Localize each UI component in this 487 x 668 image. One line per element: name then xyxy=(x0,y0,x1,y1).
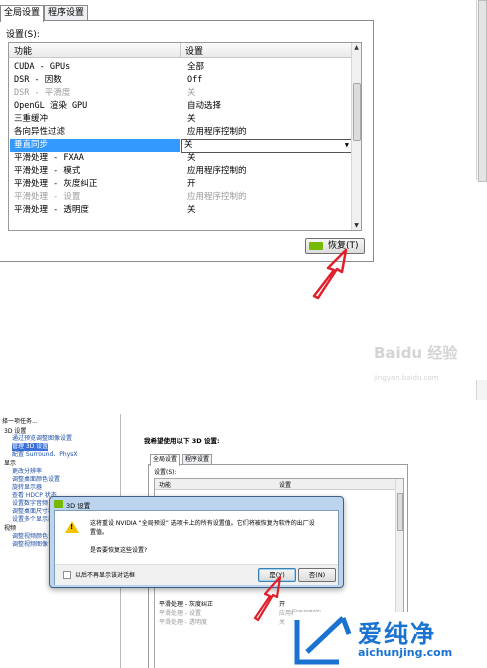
logo-mark-icon xyxy=(294,616,352,665)
table-row[interactable]: 平滑处理 - 模式 应用程序控制的 xyxy=(9,165,352,178)
table-row[interactable]: OpenGL 渲染 GPU 自动选择 xyxy=(9,100,352,113)
aichunjing-logo: 爱纯净 aichunjing.com xyxy=(293,612,487,668)
scroll-down-icon[interactable]: ▼ xyxy=(352,221,361,230)
nvidia-icon xyxy=(54,500,63,508)
tree-item[interactable]: 更改分辨率 xyxy=(12,468,42,476)
dialog-body: ! 这将重设 NVIDIA “全局预设” 选项卡上的所有设置值。它们将被恢复为软… xyxy=(54,510,339,585)
tree-item[interactable]: 调整桌面颜色设置 xyxy=(12,476,60,484)
table-row[interactable]: CUDA - GPUs 全部 xyxy=(9,61,352,74)
nvidia-control-panel: 择一项任务... 3D 设置 通过预览调整图像设置 管理 3D 设置 配置 Su… xyxy=(0,414,487,668)
scroll-up-icon[interactable]: ▲ xyxy=(352,43,361,52)
column-setting: 设置 xyxy=(185,47,204,57)
divider xyxy=(0,400,487,414)
chevron-down-icon[interactable]: ▼ xyxy=(345,139,349,152)
baidu-watermark-url: jingyan.baidu.com xyxy=(374,374,439,382)
grid-scrollbar[interactable]: ▲ ▼ xyxy=(351,43,361,230)
dont-show-label[interactable]: 以后不再显示该对话框 xyxy=(75,570,135,579)
column-feature: 功能 xyxy=(14,47,33,57)
tree-item[interactable]: 通过预览调整图像设置 xyxy=(12,435,72,443)
dont-show-checkbox[interactable] xyxy=(63,571,71,579)
column-setting: 设置 xyxy=(279,482,292,489)
dialog-message: 这将重设 NVIDIA “全局预设” 选项卡上的所有设置值。它们将被恢复为软件的… xyxy=(90,520,315,536)
column-feature: 功能 xyxy=(159,482,172,489)
dialog-footer: 以后不再显示该对话框 是(Y) 否(N) xyxy=(55,564,338,585)
window-scroll-thumb[interactable] xyxy=(478,0,487,182)
tab-global-settings[interactable]: 全局设置 xyxy=(0,5,45,22)
tree-item[interactable]: 旋转显示器 xyxy=(12,484,42,492)
tree-group-video[interactable]: 视频 xyxy=(4,525,16,533)
dialog-title: 3D 设置 xyxy=(66,502,91,510)
warning-icon: ! xyxy=(65,521,79,533)
tree-item[interactable]: 设置多个显示器 xyxy=(12,516,54,524)
table-row[interactable]: 三重缓冲关 xyxy=(9,113,352,126)
settings-label: 设置(S): xyxy=(154,469,177,476)
settings-grid: 功能 设置 CUDA - GPUs 全部 DSR - 因数 Off DSR - 平滑… xyxy=(8,42,362,231)
settings-label: 设置(S): xyxy=(6,30,40,40)
scroll-thumb[interactable] xyxy=(353,83,361,141)
table-row[interactable]: DSR - 平滑度关 xyxy=(9,87,352,100)
no-button[interactable]: 否(N) xyxy=(298,568,336,582)
window-scrollbar-bottom[interactable] xyxy=(476,380,487,400)
tree-group-display[interactable]: 显示 xyxy=(4,460,16,468)
global-settings-panel: 全局设置 程序设置 设置(S): 功能 设置 CUDA - GPUs 全部 DSR… xyxy=(0,0,487,400)
table-row[interactable]: 各向异性过滤 应用程序控制的 xyxy=(9,126,352,139)
restore-confirm-dialog: 3D 设置 ! 这将重设 NVIDIA “全局预设” 选项卡上的所有设置值。它们… xyxy=(49,496,344,588)
tab-program-settings[interactable]: 程序设置 xyxy=(44,5,89,21)
table-row[interactable]: 平滑处理 - 透明度关 xyxy=(9,204,352,217)
window-scrollbar[interactable] xyxy=(476,0,487,182)
table-row[interactable]: 平滑处理 - FXAA 关 xyxy=(9,152,352,165)
page-heading: 我希望使用以下 3D 设置: xyxy=(144,437,220,445)
baidu-watermark: Baidu 经验 xyxy=(374,344,458,362)
table-row[interactable]: 平滑处理 - 设置应用程序控制的 xyxy=(9,191,352,204)
tab-global-settings[interactable]: 全局设置 xyxy=(150,454,181,466)
dialog-question: 是否要恢复这些设置? xyxy=(90,547,148,554)
tree-item[interactable]: 配置 Surround、PhysX xyxy=(12,451,78,459)
table-row-selected[interactable]: 垂直同步 关 ▼ xyxy=(9,139,353,153)
tree-item-selected[interactable]: 管理 3D 设置 xyxy=(12,443,49,451)
logo-text: 爱纯净 xyxy=(358,620,436,648)
table-row[interactable]: 平滑处理 - 灰度纠正开 xyxy=(9,178,352,191)
logo-url: aichunjing.com xyxy=(358,646,453,659)
grid-header: 功能 设置 xyxy=(9,43,352,58)
scroll-thumb[interactable] xyxy=(397,493,403,531)
vsync-dropdown[interactable]: 关 ▼ xyxy=(181,139,353,153)
table-row[interactable]: DSR - 因数 Off xyxy=(9,74,352,87)
red-arrow-icon xyxy=(312,248,348,300)
grid-header: 功能 设置 xyxy=(155,479,395,490)
tree-title: 择一项任务... xyxy=(2,418,38,425)
red-arrow-icon xyxy=(253,575,282,622)
tree-item[interactable]: 设置数字音频 xyxy=(12,500,48,508)
